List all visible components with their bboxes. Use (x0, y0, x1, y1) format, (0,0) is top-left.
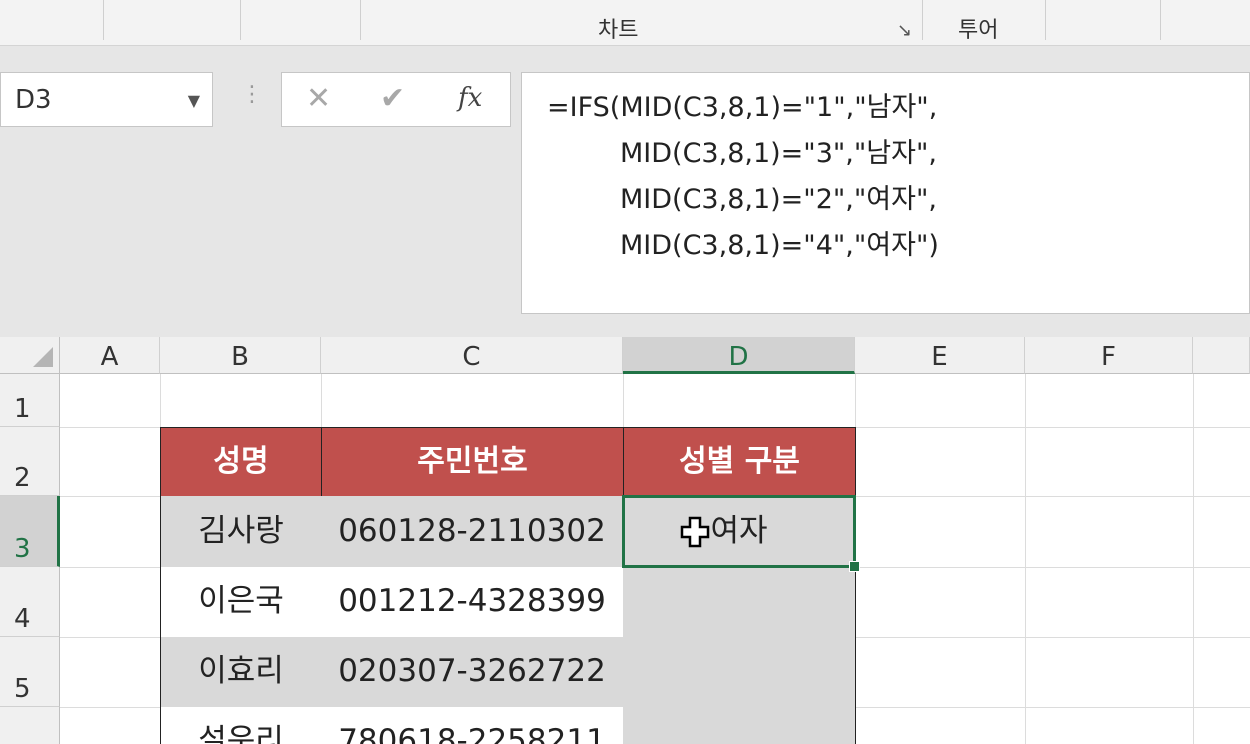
ribbon-group-tour-label: 투어 (958, 18, 999, 43)
table-cell-id[interactable]: 020307-3262722 (321, 637, 624, 708)
table-header-id[interactable]: 주민번호 (321, 427, 624, 497)
row-header-label: 2 (14, 463, 31, 493)
formula-line: MID(C3,8,1)="2","여자", (620, 184, 937, 215)
select-all-icon (33, 347, 53, 367)
chevron-down-icon[interactable]: ▼ (188, 91, 200, 110)
table-cell-name[interactable]: 이은국 (160, 567, 322, 638)
ribbon-separator (1045, 0, 1046, 40)
resize-handle-icon[interactable]: ⋮ (241, 82, 263, 107)
ribbon-separator (1160, 0, 1161, 40)
formula-buttons: ✕ ✔ fx (281, 72, 511, 127)
row-header-1[interactable]: 1 (0, 374, 60, 427)
column-header-c[interactable]: C (321, 337, 623, 374)
worksheet-grid[interactable]: A B C D E F 1 2 3 4 5 성명 주민번호 성별 구분 김사랑 … (0, 337, 1250, 744)
table-cell-name[interactable]: 설운리 (160, 707, 322, 744)
fill-handle[interactable] (849, 561, 860, 572)
cross-cursor-icon (680, 516, 710, 548)
row-header-label: 3 (14, 534, 31, 564)
row-header-label: 1 (14, 394, 31, 424)
row-header-5[interactable]: 5 (0, 637, 60, 707)
row-header-label: 5 (14, 674, 31, 704)
ribbon-separator (922, 0, 923, 40)
active-cell-border (622, 495, 856, 568)
name-box[interactable]: D3 ▼ (0, 72, 213, 127)
row-header-label: 4 (14, 604, 31, 634)
ribbon-separator (103, 0, 104, 40)
table-header-name[interactable]: 성명 (160, 427, 322, 497)
table-cell-gender[interactable] (623, 707, 856, 744)
table-cell-id[interactable]: 060128-2110302 (321, 496, 624, 568)
table-cell-gender[interactable] (623, 637, 856, 708)
row-header-6[interactable] (0, 707, 60, 744)
row-header-2[interactable]: 2 (0, 427, 60, 496)
table-cell-id[interactable]: 780618-2258211 (321, 707, 624, 744)
table-cell-name[interactable]: 이효리 (160, 637, 322, 708)
gridline (1025, 374, 1026, 744)
formula-line: =IFS(MID(C3,8,1)="1","남자", (547, 92, 938, 123)
ribbon-group-bar: 차트 ↘ 투어 (0, 0, 1250, 46)
column-header-e[interactable]: E (855, 337, 1025, 374)
ribbon-separator (240, 0, 241, 40)
formula-line: MID(C3,8,1)="3","남자", (620, 138, 937, 169)
name-box-value: D3 (15, 85, 52, 115)
formula-line: MID(C3,8,1)="4","여자") (620, 230, 939, 261)
select-all-button[interactable] (0, 337, 60, 374)
formula-input[interactable]: =IFS(MID(C3,8,1)="1","남자", MID(C3,8,1)="… (521, 72, 1250, 314)
cancel-icon[interactable]: ✕ (306, 81, 331, 116)
enter-icon[interactable]: ✔ (380, 81, 405, 116)
dialog-launcher-icon[interactable]: ↘ (897, 20, 912, 41)
row-header-3[interactable]: 3 (0, 496, 60, 567)
row-header-4[interactable]: 4 (0, 567, 60, 637)
ribbon-group-chart-label: 차트 (598, 18, 639, 43)
table-cell-id[interactable]: 001212-4328399 (321, 567, 624, 638)
column-header-a[interactable]: A (60, 337, 160, 374)
gridline (1193, 374, 1194, 744)
column-header-d[interactable]: D (623, 337, 855, 374)
table-cell-gender[interactable] (623, 567, 856, 638)
table-header-gender[interactable]: 성별 구분 (623, 427, 856, 497)
column-header-b[interactable]: B (160, 337, 321, 374)
table-cell-name[interactable]: 김사랑 (160, 496, 322, 568)
insert-function-icon[interactable]: fx (458, 83, 482, 113)
column-header-next[interactable] (1193, 337, 1250, 374)
ribbon-separator (360, 0, 361, 40)
column-header-f[interactable]: F (1025, 337, 1193, 374)
